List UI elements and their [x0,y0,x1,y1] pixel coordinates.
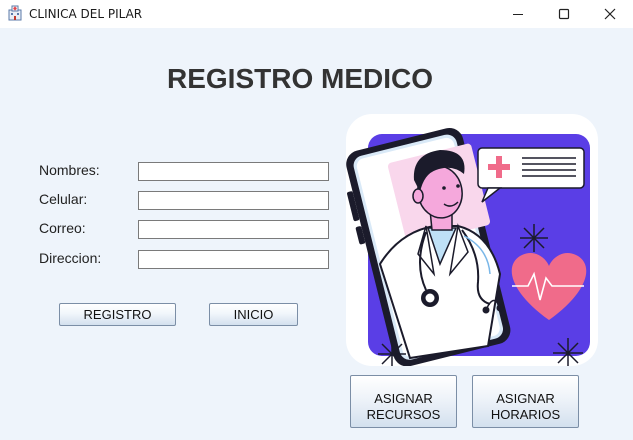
asignar-recursos-button[interactable]: ASIGNAR RECURSOS [350,375,457,428]
correo-field[interactable] [138,220,329,239]
nombres-field[interactable] [138,162,329,181]
close-button[interactable] [587,0,633,28]
direccion-label: Direccion: [39,250,102,266]
asignar-horarios-button[interactable]: ASIGNAR HORARIOS [472,375,579,428]
asignar-recursos-line1: ASIGNAR [374,390,433,406]
maximize-button[interactable] [541,0,587,28]
hospital-icon [8,5,22,21]
asignar-recursos-line2: RECURSOS [366,406,441,422]
minimize-icon [513,14,523,15]
celular-field[interactable] [138,191,329,210]
inicio-button[interactable]: INICIO [209,303,298,326]
asignar-horarios-line1: ASIGNAR [496,390,555,406]
maximize-icon [558,8,570,20]
celular-label: Celular: [39,191,88,207]
asignar-horarios-line2: HORARIOS [490,406,561,422]
page-title: REGISTRO MEDICO [166,63,433,94]
minimize-button[interactable] [495,0,541,28]
doctor-illustration [346,114,598,366]
correo-label: Correo: [39,220,86,236]
content-panel: REGISTRO MEDICO Nombres: Celular: Correo… [0,28,633,440]
registro-button[interactable]: REGISTRO [59,303,176,326]
direccion-field[interactable] [138,250,329,269]
nombres-label: Nombres: [39,162,100,178]
title-bar: CLINICA DEL PILAR [0,0,633,28]
close-icon [604,8,616,20]
window-title: CLINICA DEL PILAR [29,7,143,21]
sparkle-icon [520,224,548,252]
